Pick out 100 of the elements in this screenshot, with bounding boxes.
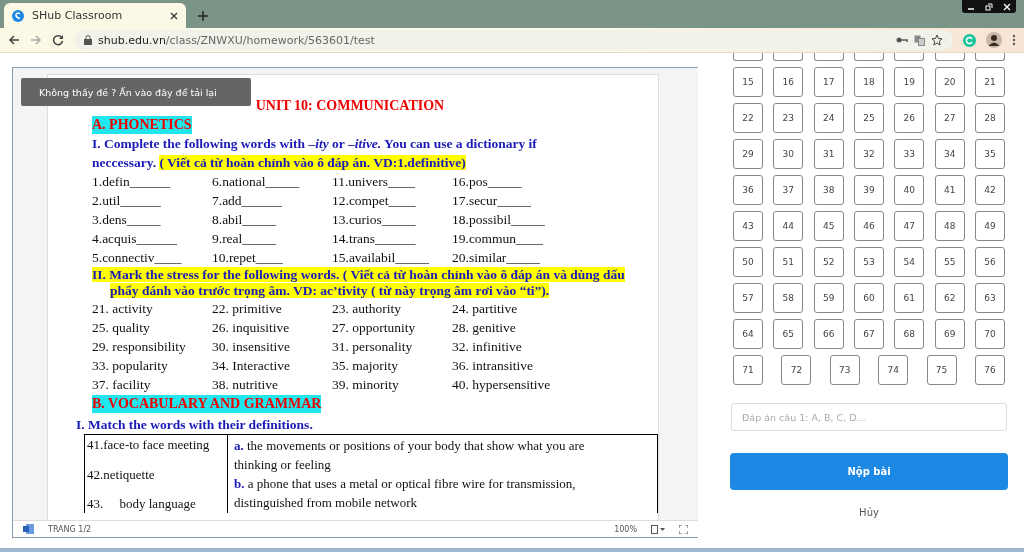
question-button[interactable] [733, 53, 763, 61]
exercise-item: 1.defin______ [92, 173, 172, 191]
question-button[interactable]: 48 [934, 211, 965, 241]
question-button[interactable]: 27 [934, 103, 965, 133]
question-button[interactable]: 44 [773, 211, 804, 241]
exercise-item: 31. personality [332, 338, 414, 356]
question-button[interactable] [813, 53, 844, 61]
question-button[interactable]: 36 [733, 175, 763, 205]
question-button[interactable]: 30 [773, 139, 804, 169]
new-tab-icon[interactable] [198, 11, 208, 21]
back-icon[interactable] [8, 34, 20, 46]
question-button[interactable]: 56 [974, 247, 1005, 277]
question-button[interactable]: 52 [813, 247, 844, 277]
fit-icon[interactable] [679, 524, 688, 534]
question-button[interactable]: 42 [974, 175, 1005, 205]
question-button[interactable]: 31 [813, 139, 844, 169]
question-button[interactable]: 15 [733, 67, 763, 97]
question-button[interactable]: 45 [813, 211, 844, 241]
question-button[interactable]: 65 [773, 319, 804, 349]
question-button[interactable]: 28 [974, 103, 1005, 133]
question-button[interactable]: 55 [934, 247, 965, 277]
question-button[interactable]: 75 [926, 355, 957, 385]
avatar-icon[interactable] [986, 32, 1002, 48]
question-button[interactable]: 26 [894, 103, 925, 133]
exercise-item: 29. responsibility [92, 338, 187, 356]
question-button[interactable]: 49 [974, 211, 1005, 241]
question-button[interactable]: 53 [854, 247, 884, 277]
key-icon[interactable] [896, 36, 908, 44]
question-button[interactable]: 60 [854, 283, 884, 313]
question-button[interactable]: 34 [934, 139, 965, 169]
tab-title: SHub Classroom [32, 9, 124, 22]
exercise-item: 26. inquisitive [212, 319, 291, 337]
translate-icon[interactable] [914, 34, 925, 46]
answer-field[interactable]: Đáp án câu 1: A, B, C, D... [731, 403, 1007, 431]
question-button[interactable]: 70 [974, 319, 1005, 349]
question-button[interactable]: 71 [733, 355, 763, 385]
question-button[interactable]: 58 [773, 283, 804, 313]
question-button[interactable]: 46 [854, 211, 884, 241]
question-button[interactable]: 33 [894, 139, 925, 169]
question-button[interactable] [773, 53, 804, 61]
question-button[interactable]: 23 [773, 103, 804, 133]
question-button[interactable]: 54 [894, 247, 925, 277]
question-button[interactable]: 62 [934, 283, 965, 313]
question-button[interactable]: 61 [894, 283, 925, 313]
question-button[interactable]: 32 [854, 139, 884, 169]
question-button[interactable]: 69 [934, 319, 965, 349]
question-button[interactable] [854, 53, 884, 61]
section-heading: A. PHONETICS [92, 116, 192, 134]
reload-notice[interactable]: Không thấy đề ? Ấn vào đây để tải lại [21, 78, 251, 106]
exercise-item: 2.util______ [92, 192, 162, 210]
exercise-item: 37. facility [92, 376, 152, 394]
table-cell-text: 43. body language [87, 495, 197, 512]
question-button[interactable]: 22 [733, 103, 763, 133]
exercise-item: 35. majority [332, 357, 399, 375]
question-button[interactable] [894, 53, 925, 61]
question-button[interactable]: 43 [733, 211, 763, 241]
question-button[interactable]: 25 [854, 103, 884, 133]
question-button[interactable]: 64 [733, 319, 763, 349]
question-button[interactable]: 21 [974, 67, 1005, 97]
question-button[interactable]: 67 [854, 319, 884, 349]
question-button[interactable]: 72 [781, 355, 812, 385]
exercise-item: 9.real_____ [212, 230, 278, 248]
question-button[interactable]: 41 [934, 175, 965, 205]
question-button[interactable]: 17 [813, 67, 844, 97]
question-button[interactable]: 18 [854, 67, 884, 97]
question-button[interactable]: 35 [974, 139, 1005, 169]
menu-icon[interactable] [1012, 34, 1016, 46]
question-button[interactable]: 24 [813, 103, 844, 133]
question-button[interactable]: 47 [894, 211, 925, 241]
question-button[interactable]: 29 [733, 139, 763, 169]
question-button[interactable] [934, 53, 965, 61]
table-cell-text: 42.netiquette [87, 465, 156, 483]
star-icon[interactable] [931, 34, 943, 46]
question-button[interactable]: 50 [733, 247, 763, 277]
question-button[interactable] [974, 53, 1005, 61]
exercise-item: 34. Interactive [212, 357, 291, 375]
question-button[interactable]: 66 [813, 319, 844, 349]
page-layout-icon[interactable] [651, 524, 665, 534]
question-button[interactable]: 63 [974, 283, 1005, 313]
question-button[interactable]: 73 [829, 355, 860, 385]
question-button[interactable]: 57 [733, 283, 763, 313]
cancel-link[interactable]: Hủy [853, 506, 885, 519]
question-button[interactable]: 38 [813, 175, 844, 205]
question-button[interactable]: 51 [773, 247, 804, 277]
reload-icon[interactable] [52, 34, 64, 46]
question-button[interactable]: 19 [894, 67, 925, 97]
question-button[interactable]: 20 [934, 67, 965, 97]
question-button[interactable]: 37 [773, 175, 804, 205]
question-button[interactable]: 59 [813, 283, 844, 313]
exercise-item: 28. genitive [452, 319, 517, 337]
question-button[interactable]: 40 [894, 175, 925, 205]
question-button[interactable]: 76 [974, 355, 1005, 385]
question-button[interactable]: 39 [854, 175, 884, 205]
question-button[interactable]: 74 [878, 355, 909, 385]
question-button[interactable]: 68 [894, 319, 925, 349]
exercise-item: 16.pos_____ [452, 173, 523, 191]
submit-button[interactable]: Nộp bài [730, 453, 1008, 490]
close-icon[interactable] [170, 11, 178, 20]
question-button[interactable]: 16 [773, 67, 804, 97]
exercise-item: 22. primitive [212, 300, 283, 318]
